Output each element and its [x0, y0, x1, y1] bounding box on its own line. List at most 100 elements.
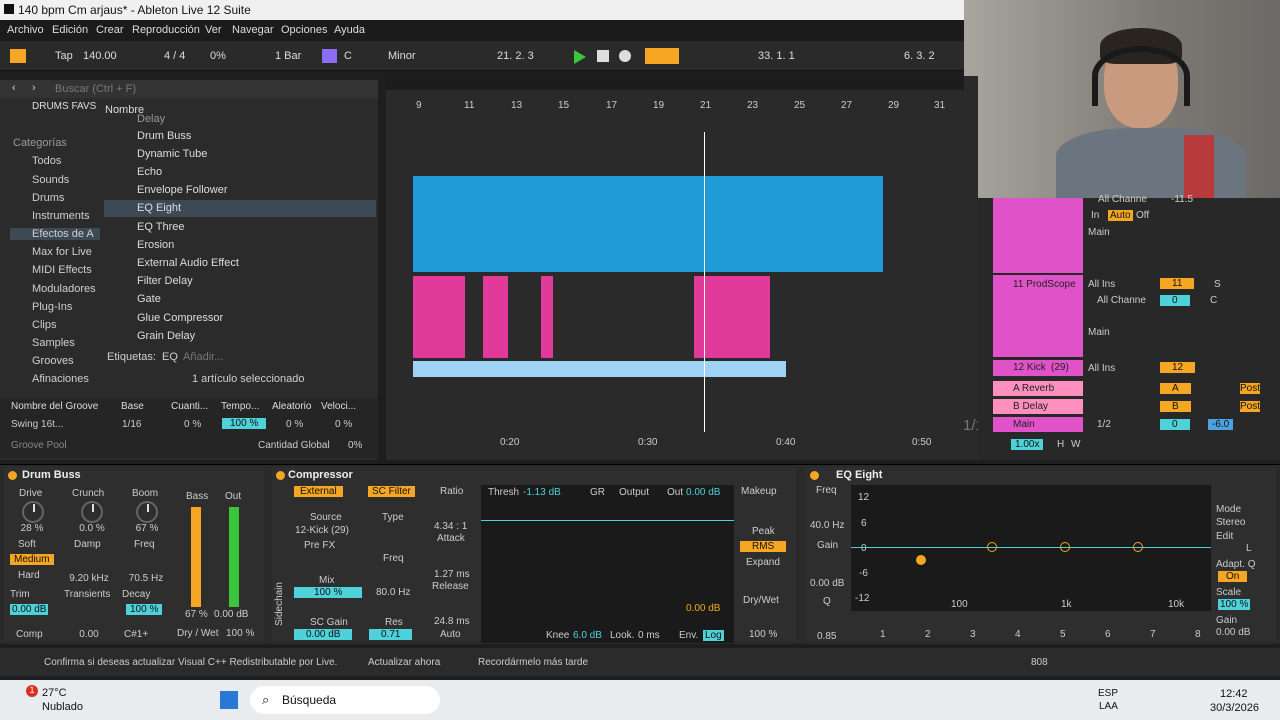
monitor-off-button[interactable]: Off — [1136, 210, 1149, 221]
category-midi-effects[interactable]: MIDI Effects — [32, 264, 92, 276]
eq-display[interactable]: 12 6 0 -6 -12 100 1k 10k — [851, 485, 1211, 611]
track-11-output[interactable]: Main — [1088, 327, 1110, 338]
scale-mode-icon[interactable] — [322, 49, 337, 63]
expand-button[interactable]: Expand — [746, 557, 780, 568]
overview-bar[interactable] — [386, 76, 964, 90]
compressor-display[interactable]: Thresh -1.13 dB GR Output Out 0.00 dB 0.… — [481, 485, 734, 643]
adapt-q-button[interactable]: On — [1218, 571, 1248, 582]
band-handle[interactable] — [987, 542, 997, 552]
boom-knob[interactable] — [136, 501, 158, 523]
crunch-value[interactable]: 0.0 % — [72, 523, 112, 534]
track-11-volume[interactable]: 0 — [1160, 295, 1190, 306]
list-item[interactable]: Gate — [137, 293, 161, 305]
decay-value[interactable]: 100 % — [126, 604, 163, 615]
log-button[interactable]: Log — [703, 630, 724, 641]
return-b-letter[interactable]: B — [1160, 401, 1191, 412]
browser-search[interactable]: Buscar (Ctrl + F) — [55, 83, 136, 95]
menu-archivo[interactable]: Archivo — [7, 24, 44, 36]
windows-start-icon[interactable] — [220, 691, 238, 709]
track-11-header[interactable]: 11 ProdScope — [993, 275, 1083, 357]
tap-button[interactable]: Tap — [55, 50, 73, 62]
makeup-button[interactable]: Makeup — [741, 486, 777, 497]
loop-length-field[interactable]: 6. 3. 2 — [904, 50, 935, 62]
damp-value[interactable]: 9.20 kHz — [66, 573, 112, 584]
drywet-value[interactable]: 100 % — [749, 629, 777, 640]
stop-icon[interactable] — [597, 50, 609, 62]
loop-start-field[interactable]: 33. 1. 1 — [758, 50, 795, 62]
list-item[interactable]: Erosion — [137, 239, 174, 251]
return-b-header[interactable]: B Delay — [993, 399, 1083, 414]
record-icon[interactable] — [619, 50, 631, 62]
mode-select[interactable]: Stereo — [1216, 517, 1245, 528]
tempo-field[interactable]: 140.00 — [83, 50, 117, 62]
threshold-line[interactable] — [481, 520, 734, 521]
clock-time[interactable]: 12:42 — [1220, 688, 1248, 700]
track-11-channel[interactable]: All Channe — [1097, 295, 1146, 306]
q-value[interactable]: 0.85 — [817, 631, 836, 642]
volume-top[interactable]: -11.5 — [1171, 194, 1193, 205]
crunch-knob[interactable] — [81, 501, 103, 523]
audio-clip[interactable] — [413, 176, 883, 272]
master-header[interactable]: Main — [993, 417, 1083, 432]
band-number[interactable]: 3 — [970, 629, 976, 640]
list-item[interactable]: EQ Three — [137, 221, 185, 233]
trim-value[interactable]: 0.00 dB — [10, 604, 49, 615]
band-handle[interactable] — [1133, 542, 1143, 552]
list-item[interactable]: EQ Eight — [137, 202, 181, 214]
sc-filter-button[interactable]: SC Filter — [368, 486, 415, 497]
groove-quantize[interactable]: 0 % — [184, 419, 201, 430]
band-handle[interactable] — [1060, 542, 1070, 552]
tuning-note[interactable]: C#1+ — [124, 629, 148, 640]
track-12-header[interactable]: 12 Kick (29) — [993, 360, 1083, 376]
midi-clip[interactable] — [483, 276, 508, 358]
return-a-letter[interactable]: A — [1160, 383, 1191, 394]
freq-value[interactable]: 80.0 Hz — [376, 587, 410, 598]
category-all[interactable]: Todos — [32, 155, 61, 167]
hard-button[interactable]: Hard — [18, 570, 40, 581]
drywet-value[interactable]: 100 % — [226, 628, 254, 639]
link-icon[interactable] — [10, 49, 26, 63]
groove-timing[interactable]: 100 % — [222, 418, 267, 429]
scale-select[interactable]: Minor — [388, 50, 416, 62]
category-audio-effects[interactable]: Efectos de A — [10, 228, 100, 240]
category-sounds[interactable]: Sounds — [32, 174, 69, 186]
list-item[interactable]: Filter Delay — [137, 275, 193, 287]
menu-ayuda[interactable]: Ayuda — [334, 24, 365, 36]
freq-value[interactable]: 40.0 Hz — [810, 520, 844, 531]
band-number[interactable]: 7 — [1150, 629, 1156, 640]
return-a-header[interactable]: A Reverb — [993, 381, 1083, 396]
cue-out[interactable]: 1/2 — [1097, 419, 1111, 430]
out-meter[interactable] — [229, 507, 239, 607]
groove-base[interactable]: 1/16 — [122, 419, 141, 430]
band-number[interactable]: 1 — [880, 629, 886, 640]
category-max-for-live[interactable]: Max for Live — [32, 246, 92, 258]
midi-clip[interactable] — [694, 276, 770, 358]
category-tunings[interactable]: Afinaciones — [32, 373, 89, 385]
list-item[interactable]: Envelope Follower — [137, 184, 228, 196]
medium-button[interactable]: Medium — [10, 554, 54, 565]
swing-field[interactable]: 0% — [210, 50, 226, 62]
band-number[interactable]: 6 — [1105, 629, 1111, 640]
list-item[interactable]: Delay — [137, 113, 165, 125]
gr-toggle[interactable]: GR — [590, 487, 605, 498]
category-drums[interactable]: Drums — [32, 192, 64, 204]
search-box[interactable]: ⌕ Búsqueda — [250, 686, 440, 714]
master-name[interactable]: Main — [1013, 419, 1035, 430]
list-item[interactable]: Echo — [137, 166, 162, 178]
beat-ruler[interactable]: 9 11 13 15 17 19 21 23 25 27 29 31 — [386, 96, 964, 112]
global-amount-value[interactable]: 0% — [348, 440, 362, 451]
category-instruments[interactable]: Instruments — [32, 210, 89, 222]
remind-later-button[interactable]: Recordármelo más tarde — [478, 657, 588, 668]
track-12-number[interactable]: 12 — [1160, 362, 1196, 373]
overdub-icon[interactable] — [645, 48, 679, 64]
category-grooves[interactable]: Grooves — [32, 355, 74, 367]
list-item[interactable]: External Audio Effect — [137, 257, 239, 269]
track-11-name[interactable]: 11 ProdScope — [1013, 279, 1076, 290]
output-toggle[interactable]: Output — [619, 487, 649, 498]
auto-button[interactable]: Auto — [440, 629, 461, 640]
drive-value[interactable]: 28 % — [14, 523, 50, 534]
monitor-auto-button[interactable]: Auto — [1108, 210, 1133, 221]
kick-clip[interactable] — [413, 361, 786, 377]
release-value[interactable]: 24.8 ms — [434, 616, 470, 627]
out-value[interactable]: 0.00 dB — [214, 609, 248, 620]
